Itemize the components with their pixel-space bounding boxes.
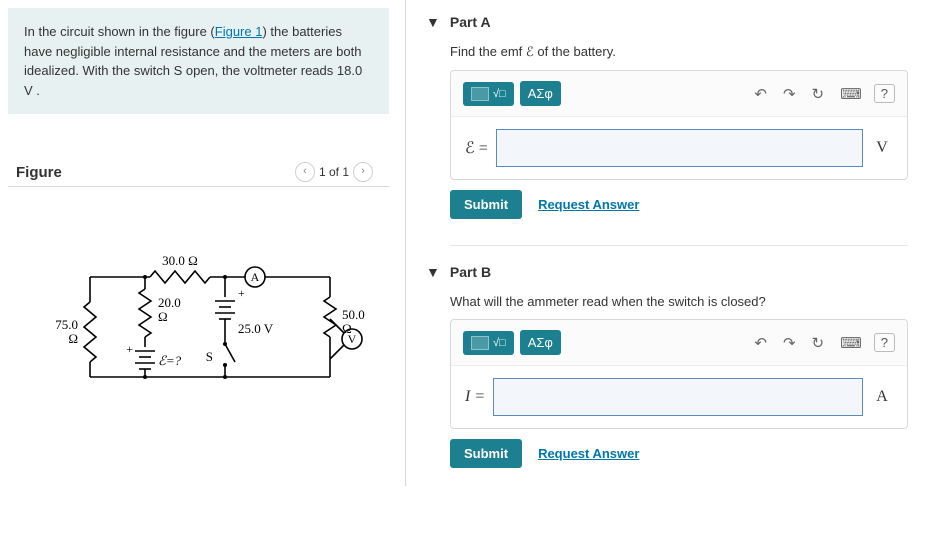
part-b-request-answer[interactable]: Request Answer bbox=[538, 446, 639, 461]
part-a-answer-box: √□ ΑΣφ ↶ ↷ ↻ ⌨ ? ℰ = V bbox=[450, 70, 908, 180]
keyboard-icon[interactable]: ⌨ bbox=[836, 83, 866, 105]
part-b-unit: A bbox=[871, 388, 893, 406]
problem-statement: In the circuit shown in the figure (Figu… bbox=[8, 8, 389, 114]
part-b-lhs: I = bbox=[465, 388, 485, 406]
part-b-submit-button[interactable]: Submit bbox=[450, 439, 522, 468]
prev-figure-button[interactable]: ‹ bbox=[295, 162, 315, 182]
undo-icon-b[interactable]: ↶ bbox=[750, 332, 771, 354]
part-a-unit: V bbox=[871, 139, 893, 157]
figure-title: Figure bbox=[16, 164, 295, 181]
part-b-toolbar: √□ ΑΣφ ↶ ↷ ↻ ⌨ ? bbox=[451, 320, 907, 366]
undo-icon[interactable]: ↶ bbox=[750, 83, 771, 105]
part-b-toggle[interactable]: ▼ bbox=[426, 264, 440, 280]
source-plus: + bbox=[238, 286, 245, 300]
part-a-title: Part A bbox=[450, 14, 491, 30]
part-a-request-answer[interactable]: Request Answer bbox=[538, 197, 639, 212]
part-b-question: What will the ammeter read when the swit… bbox=[426, 288, 932, 319]
redo-icon-b[interactable]: ↷ bbox=[779, 332, 800, 354]
voltmeter-label: V bbox=[348, 332, 357, 346]
r1-label: 30.0 Ω bbox=[162, 253, 198, 268]
help-icon[interactable]: ? bbox=[874, 84, 895, 103]
circuit-diagram: .w{stroke:#000;stroke-width:1.6;fill:non… bbox=[0, 187, 405, 420]
template-button-b[interactable]: √□ bbox=[463, 331, 514, 355]
figure-pager: ‹ 1 of 1 › bbox=[295, 162, 373, 182]
problem-text-before: In the circuit shown in the figure ( bbox=[24, 24, 215, 39]
part-a-lhs: ℰ = bbox=[465, 138, 488, 158]
switch-label: S bbox=[206, 349, 213, 364]
help-icon-b[interactable]: ? bbox=[874, 333, 895, 352]
part-b-input[interactable] bbox=[493, 378, 863, 416]
r3-top: 75.0 bbox=[55, 317, 78, 332]
template-button[interactable]: √□ bbox=[463, 82, 514, 106]
reset-icon[interactable]: ↻ bbox=[808, 83, 829, 105]
part-b-answer-box: √□ ΑΣφ ↶ ↷ ↻ ⌨ ? I = A bbox=[450, 319, 908, 429]
redo-icon[interactable]: ↷ bbox=[779, 83, 800, 105]
divider bbox=[450, 245, 908, 246]
part-a-submit-button[interactable]: Submit bbox=[450, 190, 522, 219]
ammeter-label: A bbox=[251, 270, 260, 284]
greek-button[interactable]: ΑΣφ bbox=[520, 81, 561, 106]
next-figure-button[interactable]: › bbox=[353, 162, 373, 182]
greek-button-b[interactable]: ΑΣφ bbox=[520, 330, 561, 355]
reset-icon-b[interactable]: ↻ bbox=[808, 332, 829, 354]
keyboard-icon-b[interactable]: ⌨ bbox=[836, 332, 866, 354]
figure-link[interactable]: Figure 1 bbox=[215, 24, 263, 39]
figure-counter: 1 of 1 bbox=[319, 165, 349, 179]
part-a-question: Find the emf ℰ of the battery. bbox=[426, 38, 932, 70]
part-a-input[interactable] bbox=[496, 129, 863, 167]
r2-bot: Ω bbox=[158, 309, 168, 324]
r4-top: 50.0 bbox=[342, 307, 365, 322]
part-b-title: Part B bbox=[450, 264, 491, 280]
part-a-toggle[interactable]: ▼ bbox=[426, 14, 440, 30]
part-a-toolbar: √□ ΑΣφ ↶ ↷ ↻ ⌨ ? bbox=[451, 71, 907, 117]
figure-header: Figure ‹ 1 of 1 › bbox=[8, 154, 389, 187]
r3-bot: Ω bbox=[68, 331, 78, 346]
v-source-label: 25.0 V bbox=[238, 321, 274, 336]
emf-label: ℰ=? bbox=[158, 353, 182, 368]
emf-plus: + bbox=[126, 342, 133, 356]
r2-top: 20.0 bbox=[158, 295, 181, 310]
